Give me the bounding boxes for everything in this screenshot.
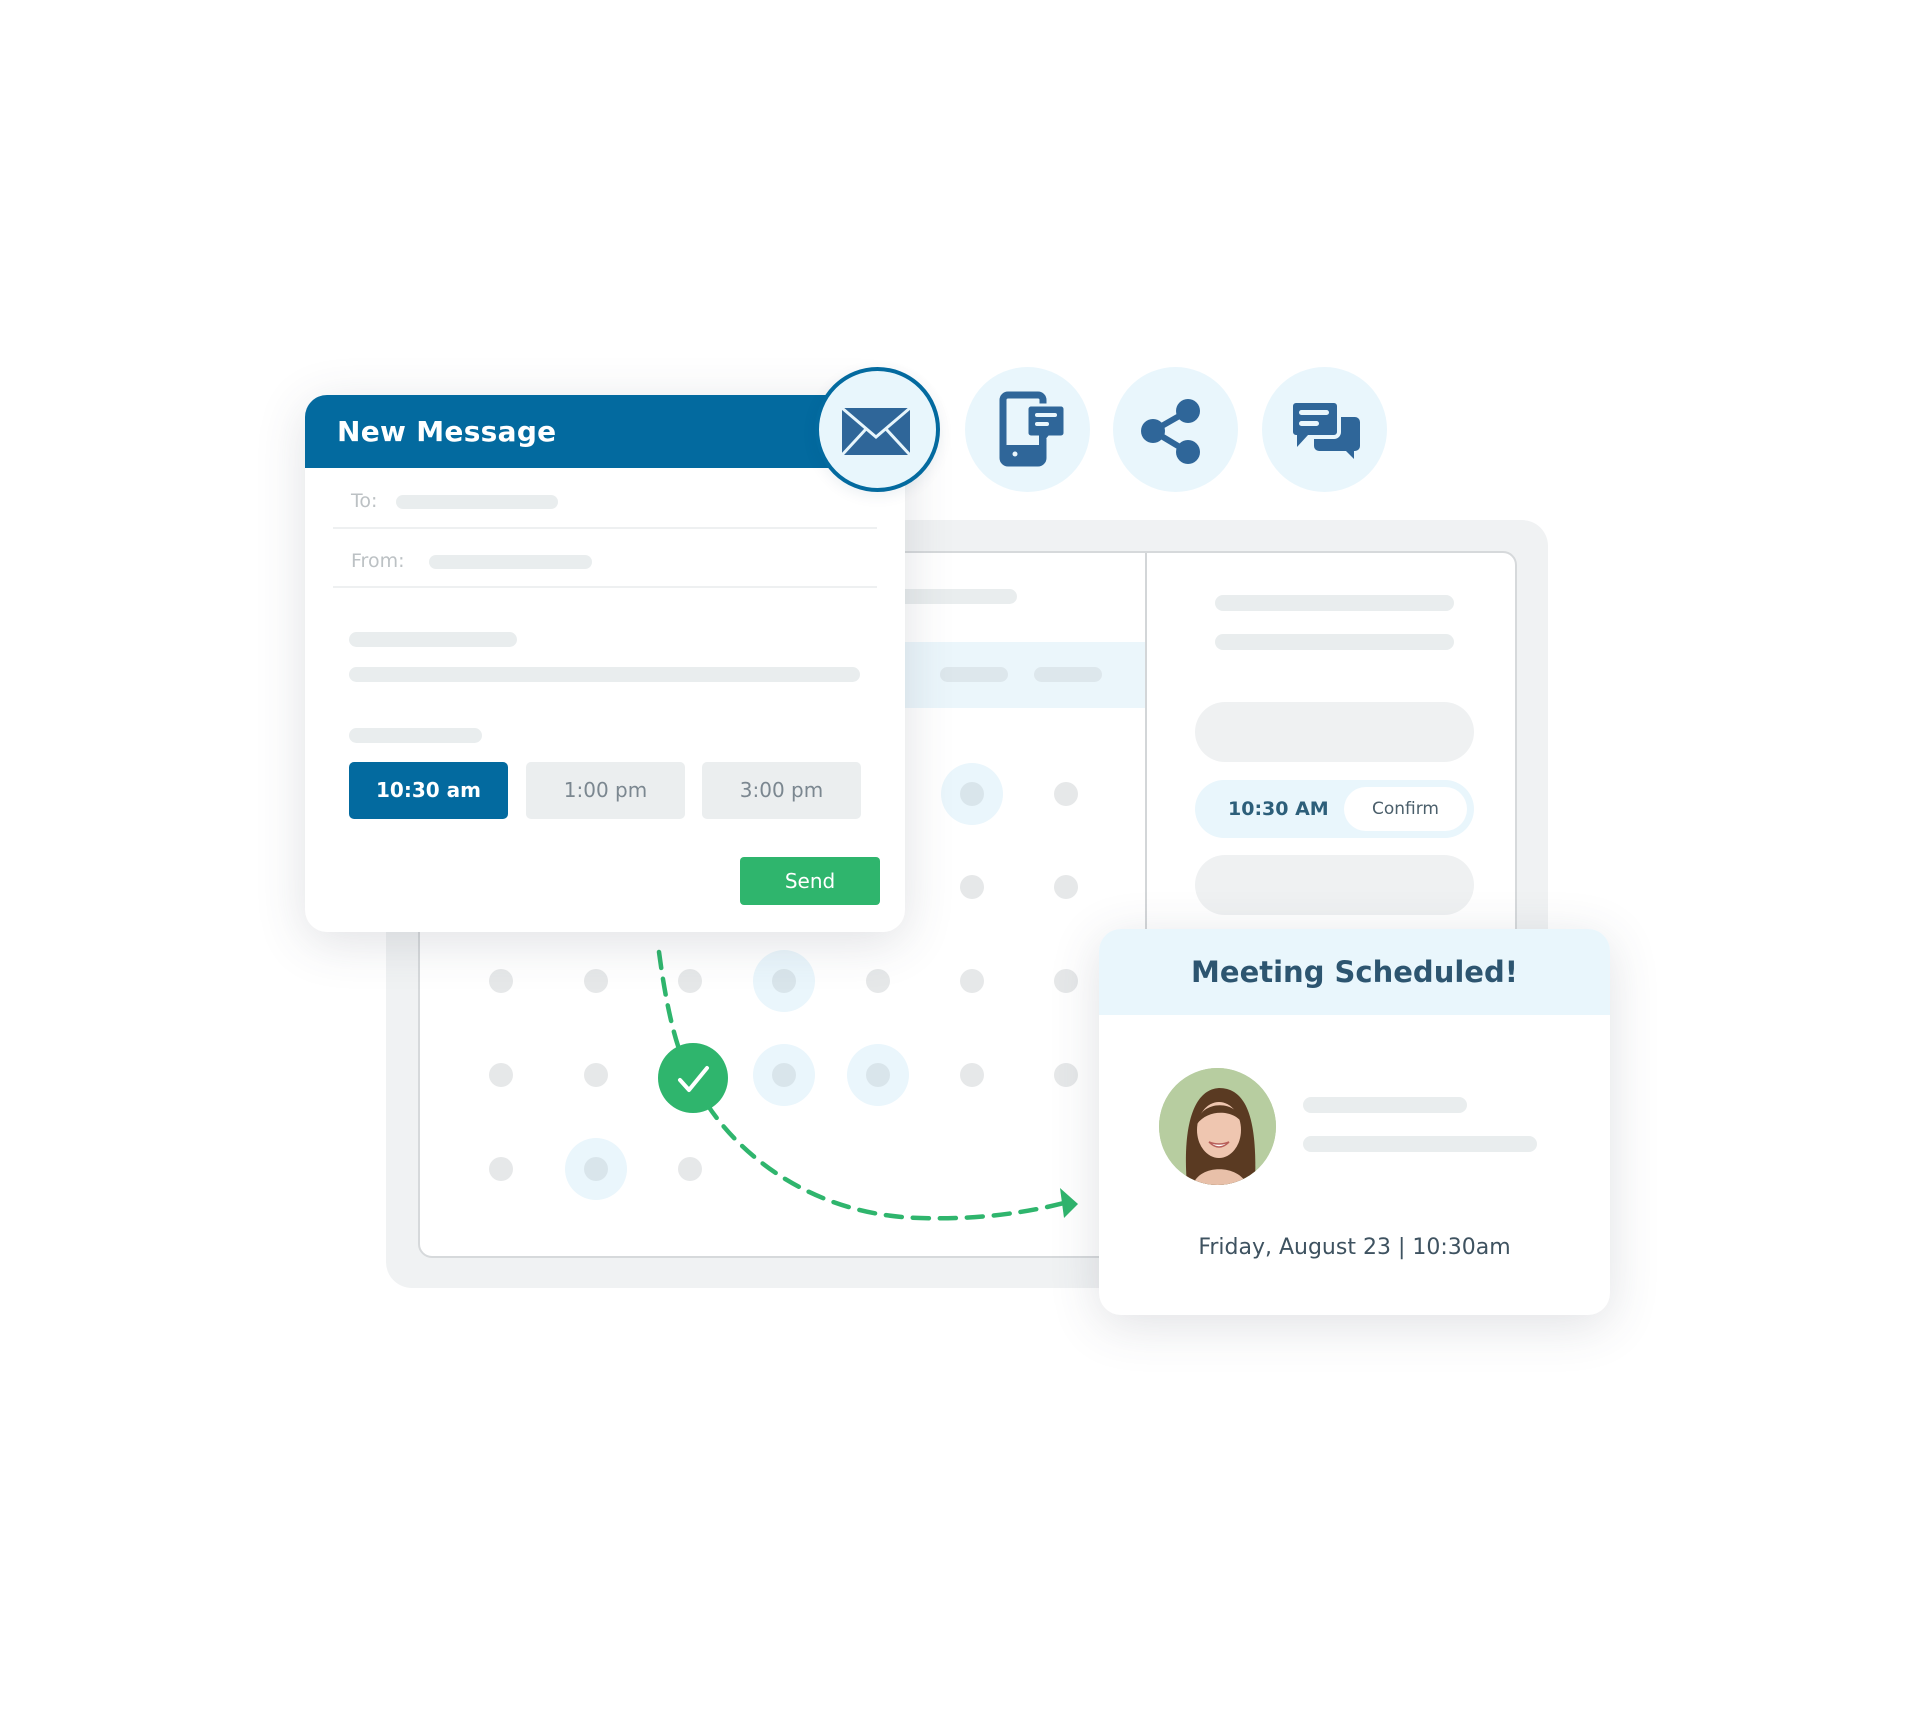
envelope-icon xyxy=(840,406,912,457)
channel-email-button[interactable] xyxy=(815,367,940,492)
calendar-day-dot[interactable] xyxy=(960,1063,984,1087)
calendar-day-dot[interactable] xyxy=(960,969,984,993)
from-field[interactable] xyxy=(429,555,592,569)
calendar-day-dot[interactable] xyxy=(1054,782,1078,806)
attendee-name-skeleton xyxy=(1303,1097,1467,1113)
calendar-day-dot xyxy=(960,782,984,806)
share-icon xyxy=(1141,399,1200,464)
meeting-scheduled-card: Meeting Scheduled! Friday, August 23 | 1… xyxy=(1099,929,1610,1315)
panel-text-skeleton xyxy=(1215,634,1454,650)
weekday-skeleton xyxy=(940,667,1008,682)
calendar-day-dot[interactable] xyxy=(866,969,890,993)
calendar-day-dot xyxy=(772,1063,796,1087)
calendar-day-dot[interactable] xyxy=(678,1157,702,1181)
weekday-skeleton xyxy=(1034,667,1102,682)
attendee-detail-skeleton xyxy=(1303,1136,1537,1152)
channel-chat-button[interactable] xyxy=(1262,367,1387,492)
time-option-pill[interactable] xyxy=(1195,855,1474,915)
calendar-day-dot[interactable] xyxy=(1054,1063,1078,1087)
calendar-day-dot[interactable] xyxy=(960,875,984,899)
calendar-day-dot[interactable] xyxy=(1054,875,1078,899)
field-divider xyxy=(333,527,877,529)
body-text-skeleton xyxy=(349,667,860,682)
calendar-day-dot[interactable] xyxy=(584,1063,608,1087)
available-day-slot[interactable] xyxy=(941,763,1003,825)
send-button[interactable]: Send xyxy=(740,857,880,905)
meeting-card-header: Meeting Scheduled! xyxy=(1099,929,1610,1015)
channel-sms-button[interactable] xyxy=(965,367,1090,492)
from-label: From: xyxy=(351,550,405,572)
selected-time-label: 10:30 AM xyxy=(1228,798,1329,820)
selected-time-pill[interactable]: 10:30 AM Confirm xyxy=(1195,780,1474,838)
avatar xyxy=(1159,1068,1276,1185)
available-day-slot[interactable] xyxy=(753,950,815,1012)
channel-share-button[interactable] xyxy=(1113,367,1238,492)
calendar-day-dot xyxy=(584,1157,608,1181)
calendar-day-dot[interactable] xyxy=(489,969,513,993)
calendar-day-dot[interactable] xyxy=(1054,969,1078,993)
time-slot-button[interactable]: 1:00 pm xyxy=(526,762,685,819)
calendar-day-dot[interactable] xyxy=(584,969,608,993)
available-day-slot[interactable] xyxy=(753,1044,815,1106)
mobile-message-icon xyxy=(999,391,1067,467)
panel-text-skeleton xyxy=(1215,595,1454,611)
calendar-day-dot xyxy=(772,969,796,993)
to-label: To: xyxy=(351,490,378,512)
time-option-pill[interactable] xyxy=(1195,702,1474,762)
checkmark-icon xyxy=(678,1066,709,1092)
body-text-skeleton xyxy=(349,632,517,647)
available-day-slot[interactable] xyxy=(847,1044,909,1106)
new-message-card: New Message To: From: 10:30 am 1:00 pm 3… xyxy=(305,395,905,932)
meeting-date-time: Friday, August 23 | 10:30am xyxy=(1198,1235,1511,1260)
calendar-day-dot[interactable] xyxy=(678,969,702,993)
to-field[interactable] xyxy=(396,495,558,509)
available-day-slot[interactable] xyxy=(565,1138,627,1200)
calendar-day-dot xyxy=(866,1063,890,1087)
confirm-button[interactable]: Confirm xyxy=(1344,787,1467,831)
calendar-day-dot[interactable] xyxy=(489,1063,513,1087)
body-text-skeleton xyxy=(349,728,482,743)
message-card-title: New Message xyxy=(337,415,557,448)
calendar-day-dot[interactable] xyxy=(489,1157,513,1181)
time-slot-button[interactable]: 3:00 pm xyxy=(702,762,861,819)
meeting-card-title: Meeting Scheduled! xyxy=(1191,955,1518,989)
field-divider xyxy=(333,586,877,588)
chat-bubbles-icon xyxy=(1289,399,1360,459)
time-slot-button[interactable]: 10:30 am xyxy=(349,762,508,819)
check-badge xyxy=(658,1043,728,1113)
